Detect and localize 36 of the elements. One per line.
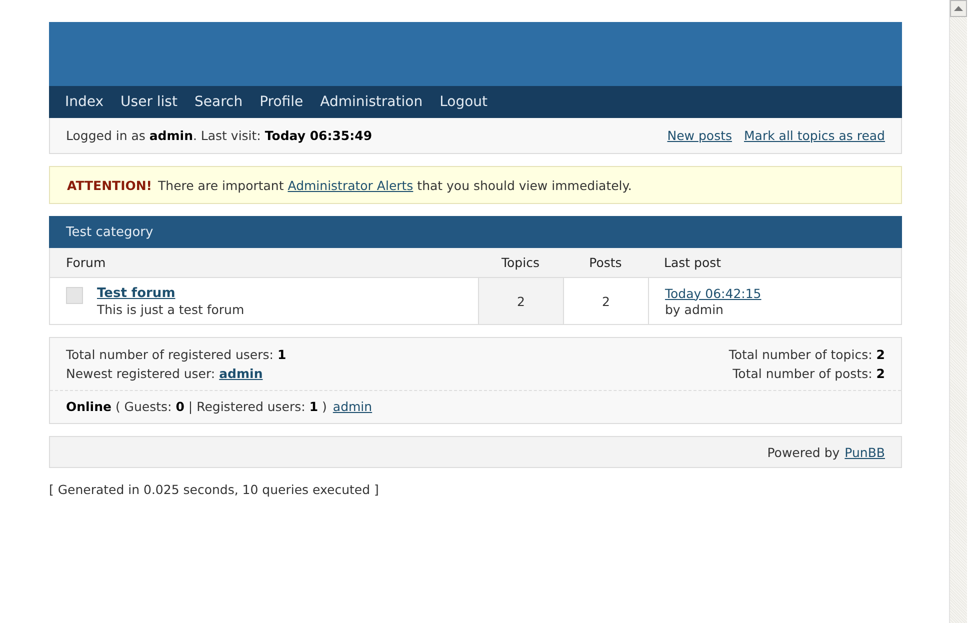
punbb-link[interactable]: PunBB	[844, 444, 885, 460]
online-status-text: Online ( Guests: 0 | Registered users: 1 )	[66, 399, 327, 414]
nav-link[interactable]: Profile	[260, 94, 304, 110]
topics-count-cell: 2	[478, 278, 563, 324]
registered-users-text: Total number of registered users: 1	[66, 347, 286, 362]
last-post-author: by admin	[665, 302, 724, 316]
forum-link[interactable]: Test forum	[97, 286, 244, 300]
nav-link[interactable]: Index	[65, 94, 104, 110]
scrollbar[interactable]	[949, 0, 967, 623]
nav-link[interactable]: Administration	[320, 94, 423, 110]
category-title: Test category	[49, 216, 902, 248]
topics-total-text: Total number of topics: 2	[728, 347, 885, 362]
column-header: Topics	[478, 248, 563, 278]
alert-message: There are important Administrator Alerts that you should view immediately.	[158, 178, 632, 192]
scroll-up-button[interactable]	[950, 0, 967, 17]
login-status-text: Logged in as admin. Last visit: Today 06:35:49	[66, 128, 372, 143]
forum-status-icon	[66, 287, 83, 304]
generation-info: [ Generated in 0.025 seconds, 10 queries executed ]	[49, 482, 380, 497]
newest-user-text: Newest registered user: admin	[66, 366, 263, 381]
attention-label: ATTENTION!	[67, 178, 152, 192]
up-arrow-icon	[954, 6, 963, 11]
column-header: Posts	[563, 248, 648, 278]
nav-link[interactable]: User list	[120, 94, 178, 110]
nav-link[interactable]: Logout	[440, 94, 488, 110]
status-link[interactable]: New posts	[667, 128, 732, 143]
posts-total-text: Total number of posts: 2	[732, 366, 885, 381]
forum-description: This is just a test forum	[97, 302, 244, 316]
user-link[interactable]: admin	[332, 399, 372, 414]
last-post-link[interactable]: Today 06:42:15	[665, 286, 762, 300]
column-header: Forum	[50, 248, 478, 278]
column-header: Last post	[648, 248, 901, 278]
user-link[interactable]: admin	[219, 366, 263, 381]
status-link[interactable]: Mark all topics as read	[744, 128, 885, 143]
alerts-link[interactable]: Administrator Alerts	[288, 178, 414, 192]
powered-by-text: Powered by	[767, 444, 840, 460]
nav-link[interactable]: Search	[194, 94, 243, 110]
